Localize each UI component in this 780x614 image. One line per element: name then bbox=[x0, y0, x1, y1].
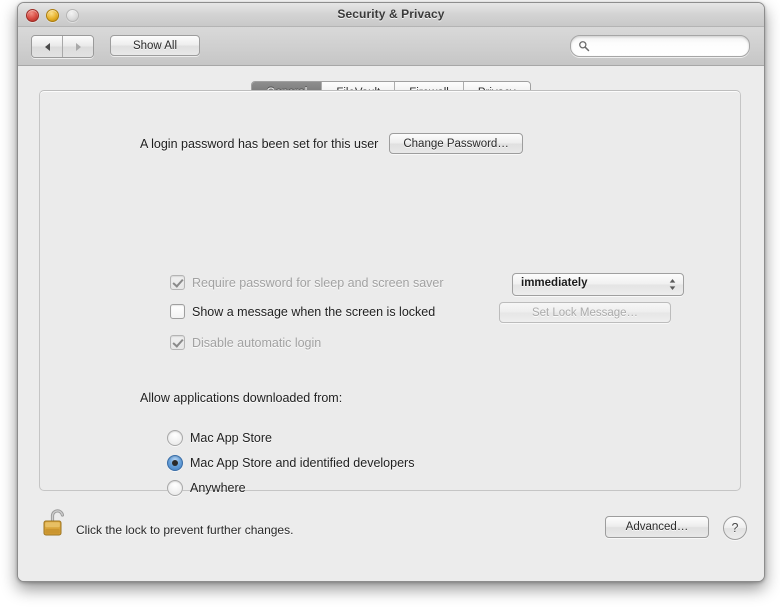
radio-mac-app-store[interactable]: Mac App Store bbox=[167, 430, 272, 446]
security-privacy-window: Security & Privacy Show All General File bbox=[17, 2, 765, 582]
sleep-delay-value: immediately bbox=[521, 277, 588, 289]
login-password-row: A login password has been set for this u… bbox=[140, 133, 523, 154]
window-titlebar: Security & Privacy bbox=[18, 3, 764, 27]
set-lock-message-button: Set Lock Message… bbox=[499, 302, 671, 323]
help-button[interactable]: ? bbox=[723, 516, 747, 540]
require-password-label: Require password for sleep and screen sa… bbox=[192, 275, 444, 290]
open-padlock-icon[interactable] bbox=[41, 506, 71, 540]
back-arrow-icon bbox=[44, 42, 50, 51]
lock-instruction-text: Click the lock to prevent further change… bbox=[76, 523, 294, 537]
search-input[interactable] bbox=[594, 38, 741, 55]
allow-applications-label: Allow applications downloaded from: bbox=[140, 391, 343, 405]
forward-arrow-icon bbox=[75, 42, 81, 51]
mac-app-store-identified-radio bbox=[167, 455, 183, 471]
login-password-status-label: A login password has been set for this u… bbox=[140, 136, 379, 151]
radio-mac-app-store-identified[interactable]: Mac App Store and identified developers bbox=[167, 455, 414, 471]
disable-auto-login-row[interactable]: Disable automatic login bbox=[170, 335, 321, 350]
show-all-button[interactable]: Show All bbox=[110, 35, 200, 56]
mac-app-store-identified-label: Mac App Store and identified developers bbox=[190, 456, 415, 470]
disable-auto-login-label: Disable automatic login bbox=[192, 335, 322, 350]
disable-auto-login-checkbox bbox=[170, 335, 185, 350]
anywhere-label: Anywhere bbox=[190, 481, 246, 495]
mac-app-store-label: Mac App Store bbox=[190, 431, 272, 445]
anywhere-radio bbox=[167, 480, 183, 496]
require-password-checkbox bbox=[170, 275, 185, 290]
show-lock-message-label: Show a message when the screen is locked bbox=[192, 304, 436, 319]
change-password-button[interactable]: Change Password… bbox=[389, 133, 523, 154]
window-title: Security & Privacy bbox=[337, 7, 445, 21]
show-lock-message-row[interactable]: Show a message when the screen is locked bbox=[170, 304, 435, 319]
toolbar: Show All bbox=[18, 27, 764, 66]
advanced-button[interactable]: Advanced… bbox=[605, 516, 709, 538]
general-settings-panel: A login password has been set for this u… bbox=[39, 90, 741, 496]
back-button[interactable] bbox=[32, 36, 62, 57]
require-password-row[interactable]: Require password for sleep and screen sa… bbox=[170, 275, 444, 290]
show-lock-message-checkbox bbox=[170, 304, 185, 319]
radio-anywhere[interactable]: Anywhere bbox=[167, 480, 246, 496]
forward-button bbox=[62, 36, 93, 57]
popup-chevrons-icon bbox=[669, 279, 676, 290]
mac-app-store-radio bbox=[167, 430, 183, 446]
search-icon bbox=[579, 41, 590, 52]
sleep-delay-popup-button[interactable]: immediately bbox=[512, 273, 684, 296]
search-field[interactable] bbox=[570, 35, 750, 57]
navigation-segmented-control bbox=[31, 35, 94, 58]
preferences-content: General FileVault Firewall Privacy A log… bbox=[18, 66, 764, 581]
